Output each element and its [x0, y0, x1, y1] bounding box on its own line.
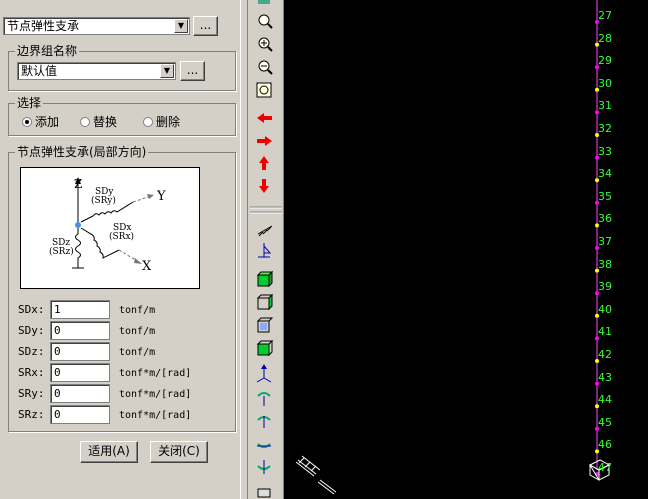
srx-label: (SRx) — [109, 231, 134, 242]
radio-dot-icon — [143, 117, 153, 127]
support-type-select[interactable]: 节点弹性支承 ▼ — [3, 17, 190, 35]
model-canvas[interactable]: 27 28 29 30 31 32 33 34 35 36 37 38 39 40 41 42 43 44 45 46… — [284, 0, 648, 499]
sry-label: (SRy) — [91, 195, 116, 206]
node-label: 36 — [598, 212, 612, 226]
node-label: 27 — [598, 9, 612, 22]
pan-up-icon[interactable] — [259, 156, 269, 170]
view-top-icon[interactable] — [256, 339, 274, 357]
zoom-fit-icon[interactable] — [256, 82, 272, 98]
rotate-4-icon[interactable] — [257, 460, 271, 474]
radio-add[interactable]: 添加 — [22, 115, 59, 129]
srx-field-label: SRx: — [18, 366, 45, 379]
rotate-1-icon[interactable] — [257, 392, 271, 406]
srz-field-label: SRz: — [18, 408, 45, 421]
node-label: 44 — [598, 393, 612, 407]
chevron-down-icon[interactable]: ▼ — [160, 64, 174, 78]
chevron-down-icon[interactable]: ▼ — [174, 19, 188, 33]
node-label: 38 — [598, 257, 612, 271]
spring-diagram-svg: Z Y SDy (SRy) X SDx (SRx) SDz (SRz) — [49, 177, 166, 274]
zoom-out-icon[interactable] — [258, 60, 273, 75]
sdz-input[interactable]: 0 — [50, 342, 110, 361]
node-icon — [75, 222, 81, 228]
sdx-unit: tonf/m — [119, 305, 156, 316]
pan-left-icon[interactable] — [257, 113, 272, 123]
boundary-group-label: 边界组名称 — [15, 44, 80, 58]
support-type-value: 节点弹性支承 — [7, 19, 80, 33]
sry-unit: tonf*m/[rad] — [119, 389, 192, 400]
srx-unit: tonf*m/[rad] — [119, 368, 192, 379]
pan-down-icon[interactable] — [259, 179, 269, 193]
boundary-group-more-button[interactable]: ... — [180, 61, 205, 81]
node-label: 45 — [598, 415, 612, 429]
support-type-more-button[interactable]: ... — [193, 16, 218, 36]
view-front-icon[interactable] — [256, 293, 274, 311]
radio-dot-icon — [80, 117, 90, 127]
srx-input[interactable]: 0 — [50, 363, 110, 382]
z-axis-label: Z — [74, 177, 82, 191]
toolbar-icons-svg — [250, 0, 282, 498]
zoom-in-window-icon[interactable] — [258, 0, 273, 29]
sdx-input[interactable]: 1 — [50, 300, 110, 319]
radio-replace-label: 替换 — [93, 115, 118, 129]
node-label: 34 — [598, 167, 612, 181]
view-iso-icon[interactable] — [256, 270, 274, 288]
sdx-field-label: SDx: — [18, 303, 45, 316]
zoom-in-icon[interactable] — [258, 37, 273, 52]
print-icon[interactable] — [257, 488, 271, 498]
y-axis-label: Y — [156, 189, 166, 204]
hinge-icon[interactable] — [258, 243, 272, 258]
node-label: 29 — [598, 54, 612, 68]
node-label: 32 — [598, 122, 612, 135]
sdz-field-label: SDz: — [18, 345, 45, 358]
sdz-unit: tonf/m — [119, 347, 156, 358]
node-label: 47 — [598, 461, 612, 474]
axis-icon[interactable] — [256, 364, 272, 383]
rotate-2-icon[interactable] — [257, 416, 271, 428]
node-label: 28 — [598, 31, 612, 45]
spring-diagram: Z Y SDy (SRy) X SDx (SRx) SDz (SRz) — [20, 167, 200, 289]
sry-input[interactable]: 0 — [50, 384, 110, 403]
node-label: 40 — [598, 302, 612, 316]
node-label: 31 — [598, 99, 612, 113]
radio-dot-icon — [22, 117, 32, 127]
srz-label: (SRz) — [49, 246, 74, 257]
view-toolbar — [248, 0, 284, 499]
node-label: 33 — [598, 144, 612, 158]
support-icon[interactable] — [257, 225, 273, 237]
select-label: 选择 — [15, 96, 44, 110]
node-label: 46 — [598, 438, 612, 452]
radio-delete[interactable]: 删除 — [143, 115, 180, 129]
node-label: 39 — [598, 280, 612, 294]
node-label: 30 — [598, 76, 612, 90]
apply-button[interactable]: 适用(A) — [80, 441, 138, 463]
srz-unit: tonf*m/[rad] — [119, 410, 192, 421]
model-axis-triad-icon — [295, 455, 337, 495]
node-label: 41 — [598, 325, 612, 339]
boundary-panel: 节点弹性支承 ▼ ... 边界组名称 默认值 ▼ ... 选择 添加 替换 删除… — [0, 0, 240, 499]
node-label: 43 — [598, 370, 612, 384]
node-label: 35 — [598, 189, 612, 203]
node-label: 37 — [598, 235, 612, 248]
sdy-field-label: SDy: — [18, 324, 45, 337]
pan-right-icon[interactable] — [257, 136, 272, 146]
rotate-3-icon[interactable] — [257, 443, 271, 448]
sry-field-label: SRy: — [18, 387, 45, 400]
radio-add-label: 添加 — [35, 115, 60, 129]
srz-input[interactable]: 0 — [50, 405, 110, 424]
close-button[interactable]: 关闭(C) — [150, 441, 208, 463]
radio-replace[interactable]: 替换 — [80, 115, 117, 129]
view-side-icon[interactable] — [256, 317, 274, 333]
boundary-group-value: 默认值 — [21, 64, 58, 78]
model-svg — [295, 0, 611, 495]
radio-delete-label: 删除 — [156, 115, 181, 129]
elastic-support-label: 节点弹性支承(局部方向) — [15, 145, 149, 159]
panel-splitter[interactable] — [240, 0, 248, 499]
sdy-unit: tonf/m — [119, 326, 156, 337]
node-label: 42 — [598, 348, 612, 361]
sdy-input[interactable]: 0 — [50, 321, 110, 340]
boundary-group-select[interactable]: 默认值 ▼ — [17, 62, 176, 80]
x-axis-label: X — [142, 259, 152, 274]
